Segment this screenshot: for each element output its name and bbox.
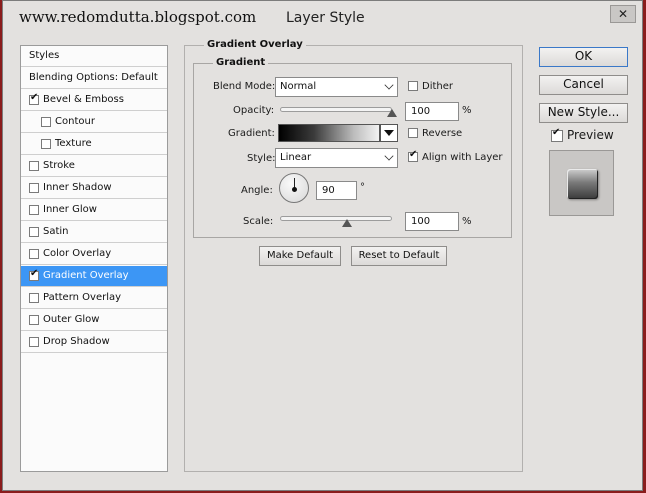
style-item-checkbox[interactable] [41, 117, 51, 127]
styles-list-item[interactable]: Inner Glow [21, 200, 167, 221]
align-with-layer-checkbox[interactable]: ✔ [408, 149, 418, 162]
close-icon: ✕ [617, 7, 629, 21]
preview-swatch [567, 169, 598, 199]
styles-list-item[interactable]: Drop Shadow [21, 332, 167, 353]
styles-list-item[interactable]: Satin [21, 222, 167, 243]
angle-value: 90 [322, 185, 335, 196]
styles-header[interactable]: Styles [21, 46, 167, 67]
style-item-label: Gradient Overlay [43, 270, 129, 281]
opacity-slider[interactable] [280, 107, 392, 112]
style-item-label: Inner Shadow [43, 182, 112, 193]
blend-mode-label: Blend Mode: [213, 81, 276, 92]
styles-list-item[interactable]: Inner Shadow [21, 178, 167, 199]
style-item-checkbox[interactable] [29, 249, 39, 259]
angle-unit: ° [360, 182, 365, 193]
styles-list-item[interactable]: ✔ Gradient Overlay [21, 266, 167, 287]
style-item-checkbox[interactable] [29, 205, 39, 215]
angle-input[interactable]: 90 [316, 181, 357, 200]
new-style-button[interactable]: New Style... [539, 103, 628, 123]
preview-checkbox[interactable]: ✔ [551, 127, 563, 142]
style-select[interactable]: Linear [275, 148, 398, 168]
angle-label: Angle: [241, 185, 273, 196]
styles-header-label: Styles [29, 50, 60, 61]
dither-label: Dither [422, 81, 454, 92]
style-item-label: Outer Glow [43, 314, 100, 325]
gradient-subgroup-title: Gradient [213, 57, 269, 68]
blending-options-label: Blending Options: Default [29, 72, 158, 83]
cancel-button[interactable]: Cancel [539, 75, 628, 95]
scale-slider[interactable] [280, 216, 392, 221]
reset-to-default-button[interactable]: Reset to Default [351, 246, 447, 266]
styles-list-item[interactable]: Contour [21, 112, 167, 133]
style-item-checkbox[interactable]: ✔ [29, 268, 39, 281]
reverse-label: Reverse [422, 128, 463, 139]
opacity-value: 100 [411, 106, 431, 117]
chevron-down-icon [384, 80, 394, 90]
blending-options-item[interactable]: Blending Options: Default [21, 68, 167, 89]
style-item-checkbox[interactable] [29, 161, 39, 171]
scale-value: 100 [411, 216, 431, 227]
angle-center-dot [292, 187, 297, 192]
styles-list-item[interactable]: Color Overlay [21, 244, 167, 265]
reverse-checkbox[interactable] [408, 128, 418, 138]
angle-dial-icon[interactable] [279, 173, 309, 203]
styles-list-item[interactable]: ✔ Bevel & Emboss [21, 90, 167, 111]
style-item-label: Satin [43, 226, 69, 237]
style-label: Style: [247, 153, 276, 164]
scale-slider-thumb[interactable] [342, 219, 353, 227]
style-preview [549, 150, 614, 216]
align-with-layer-label: Align with Layer [422, 152, 503, 163]
style-item-checkbox[interactable] [29, 183, 39, 193]
opacity-input[interactable]: 100 [405, 102, 459, 121]
chevron-down-icon [384, 151, 394, 161]
style-item-label: Stroke [43, 160, 75, 171]
scale-label: Scale: [243, 216, 274, 227]
opacity-label: Opacity: [233, 105, 275, 116]
gradient-overlay-title: Gradient Overlay [204, 39, 306, 50]
gradient-label: Gradient: [228, 128, 275, 139]
styles-list-item[interactable]: Texture [21, 134, 167, 155]
style-item-label: Texture [55, 138, 92, 149]
make-default-button[interactable]: Make Default [259, 246, 341, 266]
watermark-text: www.redomdutta.blogspot.com [19, 8, 257, 26]
style-item-checkbox[interactable]: ✔ [29, 92, 39, 105]
layer-style-dialog: www.redomdutta.blogspot.com Layer Style … [2, 0, 643, 491]
ok-button[interactable]: OK [539, 47, 628, 67]
checkmark-icon: ✔ [30, 92, 39, 103]
style-item-checkbox[interactable] [41, 139, 51, 149]
close-button[interactable]: ✕ [610, 5, 636, 23]
style-item-checkbox[interactable] [29, 337, 39, 347]
style-item-label: Color Overlay [43, 248, 112, 259]
styles-list: Styles Blending Options: Default ✔ Bevel … [20, 45, 168, 472]
style-value: Linear [280, 152, 312, 163]
styles-list-item[interactable]: Stroke [21, 156, 167, 177]
dither-checkbox[interactable] [408, 81, 418, 91]
window-title: Layer Style [286, 10, 365, 26]
blend-mode-value: Normal [280, 81, 317, 92]
checkmark-icon: ✔ [30, 268, 39, 279]
checkmark-icon: ✔ [552, 127, 561, 138]
opacity-unit: % [462, 105, 472, 116]
style-item-label: Contour [55, 116, 95, 127]
triangle-down-icon [384, 130, 394, 136]
style-item-label: Drop Shadow [43, 336, 110, 347]
style-item-label: Inner Glow [43, 204, 97, 215]
gradient-dropdown-button[interactable] [380, 124, 398, 142]
style-item-checkbox[interactable] [29, 315, 39, 325]
blend-mode-select[interactable]: Normal [275, 77, 398, 97]
styles-list-item[interactable]: Outer Glow [21, 310, 167, 331]
style-item-checkbox[interactable] [29, 227, 39, 237]
style-item-label: Pattern Overlay [43, 292, 122, 303]
opacity-slider-thumb[interactable] [387, 109, 397, 117]
preview-label: Preview [567, 128, 614, 142]
checkmark-icon: ✔ [409, 149, 418, 160]
scale-input[interactable]: 100 [405, 212, 459, 231]
gradient-picker[interactable] [278, 124, 380, 142]
scale-unit: % [462, 216, 472, 227]
style-item-checkbox[interactable] [29, 293, 39, 303]
styles-list-item[interactable]: Pattern Overlay [21, 288, 167, 309]
style-item-label: Bevel & Emboss [43, 94, 124, 105]
